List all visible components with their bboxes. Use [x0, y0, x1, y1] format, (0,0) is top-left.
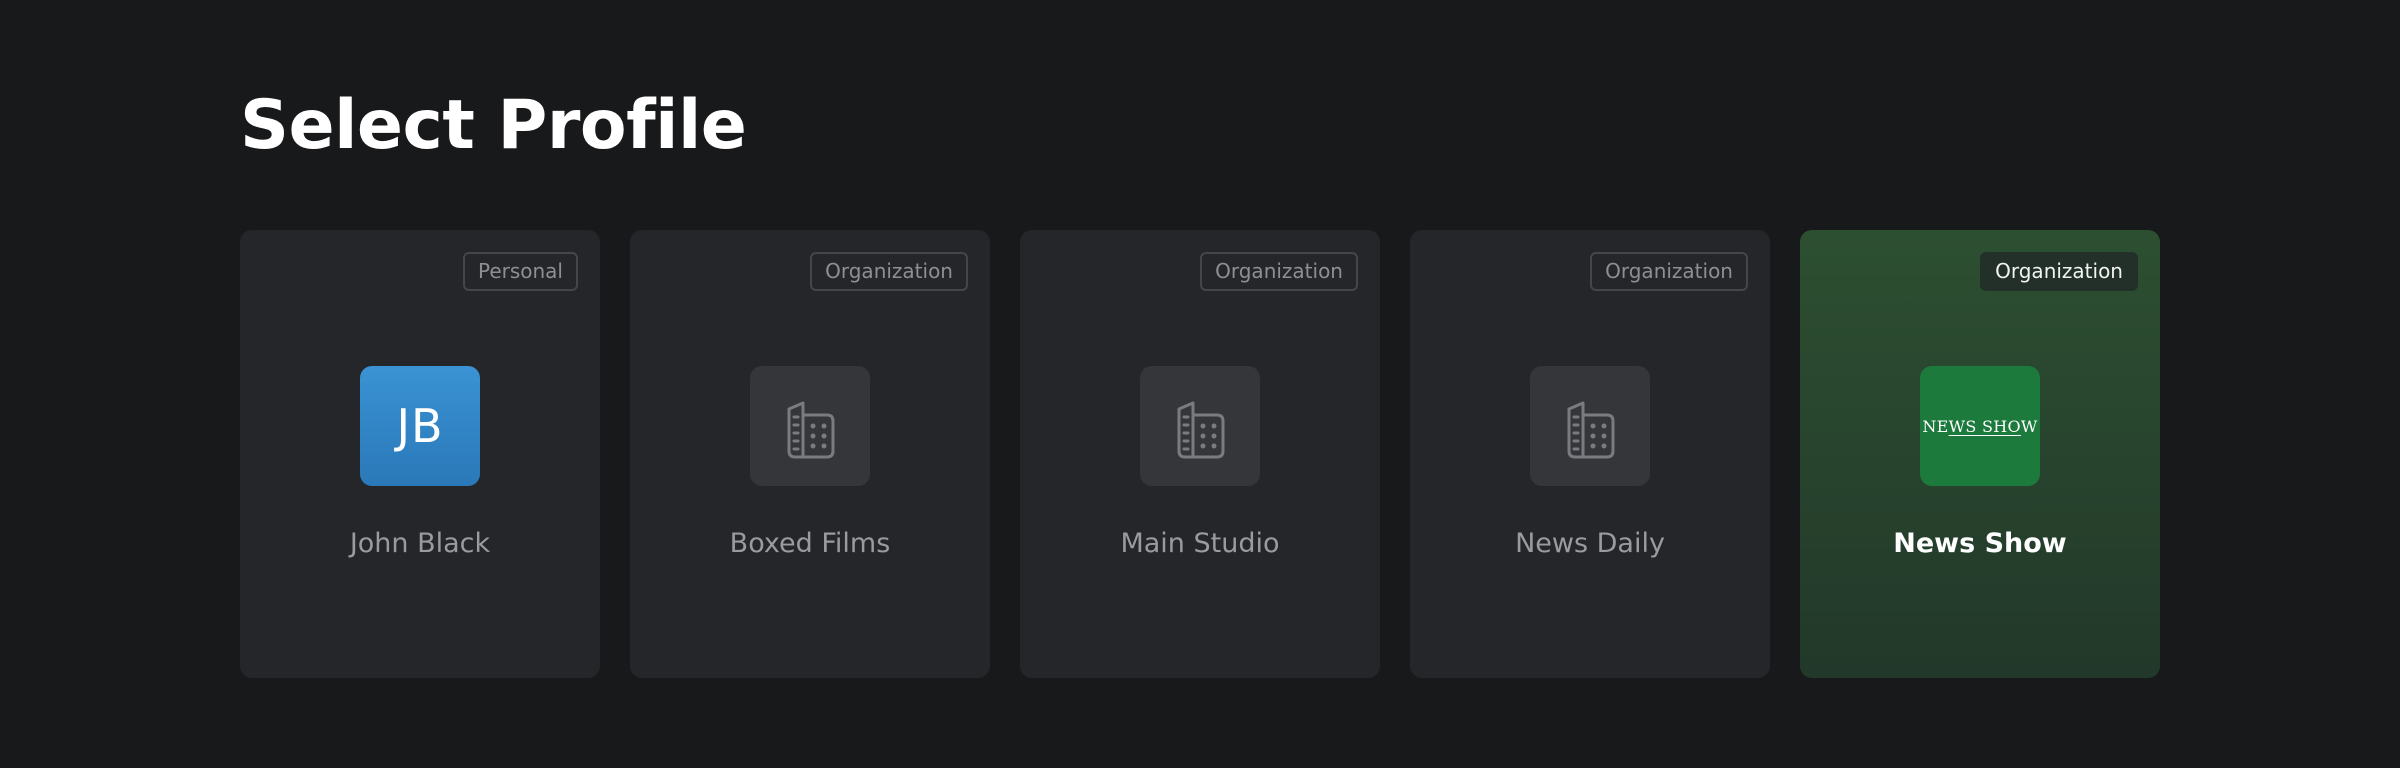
profile-name: News Daily [1515, 528, 1665, 559]
profile-type-badge: Organization [1980, 252, 2138, 291]
logo-text-part: WS SHO [1948, 416, 2021, 436]
profile-name: Main Studio [1120, 528, 1280, 559]
profile-name: Boxed Films [729, 528, 891, 559]
profile-name: News Show [1893, 528, 2067, 559]
profile-list: Personal JB John Black Organization Boxe… [240, 230, 2160, 678]
profile-card-boxed-films[interactable]: Organization Boxed Films [630, 230, 990, 678]
building-icon [787, 401, 835, 459]
page-title: Select Profile [240, 86, 747, 165]
profile-card-news-show[interactable]: Organization NEWS SHOW News Show [1800, 230, 2160, 678]
profile-type-badge: Personal [462, 252, 578, 291]
profile-card-john-black[interactable]: Personal JB John Black [240, 230, 600, 678]
profile-type-badge: Organization [1200, 252, 1358, 291]
avatar: NEWS SHOW [1920, 366, 2040, 486]
profile-name: John Black [349, 528, 491, 559]
profile-card-news-daily[interactable]: Organization News Daily [1410, 230, 1770, 678]
avatar [1530, 366, 1650, 486]
building-icon [1567, 401, 1615, 459]
avatar-initials: JB [396, 399, 444, 453]
news-show-logo: NEWS SHOW [1922, 417, 2037, 436]
profile-type-badge: Organization [1590, 252, 1748, 291]
avatar: JB [360, 366, 480, 486]
profile-card-main-studio[interactable]: Organization Main Studio [1020, 230, 1380, 678]
logo-text-part: W [2020, 416, 2038, 436]
avatar [1140, 366, 1260, 486]
logo-text-part: NE [1922, 416, 1949, 436]
profile-type-badge: Organization [810, 252, 968, 291]
building-icon [1177, 401, 1225, 459]
avatar [750, 366, 870, 486]
